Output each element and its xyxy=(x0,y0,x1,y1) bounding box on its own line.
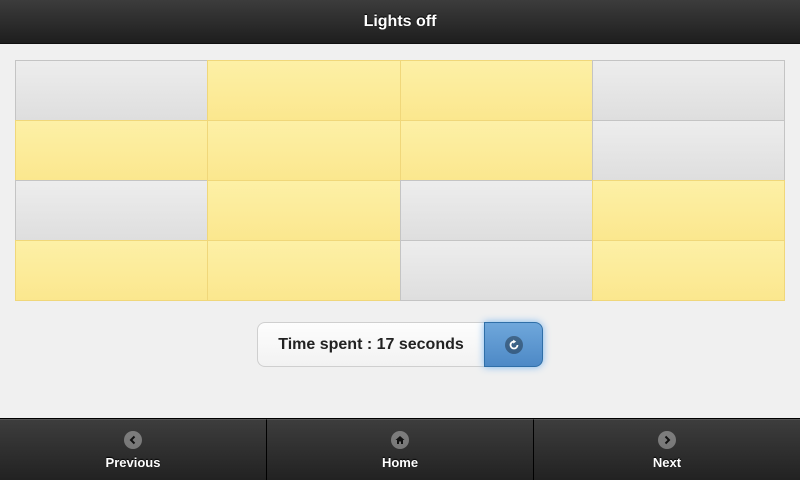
chevron-right-icon xyxy=(658,430,676,449)
light-cell-r2-c3[interactable] xyxy=(399,120,593,181)
chevron-left-icon xyxy=(124,430,142,449)
light-cell-r3-c2[interactable] xyxy=(207,180,401,241)
refresh-button[interactable] xyxy=(484,322,543,367)
light-cell-r1-c2[interactable] xyxy=(207,60,401,121)
time-spent-text: Time spent : 17 seconds xyxy=(278,335,464,353)
light-cell-r4-c2[interactable] xyxy=(207,240,401,301)
lights-grid xyxy=(15,60,785,301)
footer-nav: Previous Home Next xyxy=(0,418,800,480)
next-label: Next xyxy=(652,454,682,470)
timer-group: Time spent : 17 seconds xyxy=(257,322,543,367)
refresh-icon xyxy=(504,335,523,354)
time-spent-label: Time spent : 17 seconds xyxy=(257,322,484,367)
light-cell-r4-c3[interactable] xyxy=(399,240,593,301)
light-cell-r3-c3[interactable] xyxy=(399,180,593,241)
app-header: Lights off xyxy=(0,0,800,44)
light-cell-r4-c4[interactable] xyxy=(591,240,785,301)
home-label: Home xyxy=(381,454,419,470)
home-button[interactable]: Home xyxy=(266,419,533,480)
next-button[interactable]: Next xyxy=(533,419,800,480)
previous-button[interactable]: Previous xyxy=(0,419,266,480)
home-icon xyxy=(391,430,409,449)
light-cell-r3-c4[interactable] xyxy=(591,180,785,241)
light-cell-r2-c1[interactable] xyxy=(15,120,209,181)
light-cell-r1-c3[interactable] xyxy=(399,60,593,121)
light-cell-r2-c2[interactable] xyxy=(207,120,401,181)
light-cell-r1-c4[interactable] xyxy=(591,60,785,121)
page-title: Lights off xyxy=(363,12,437,30)
light-cell-r2-c4[interactable] xyxy=(591,120,785,181)
light-cell-r4-c1[interactable] xyxy=(15,240,209,301)
light-cell-r3-c1[interactable] xyxy=(15,180,209,241)
light-cell-r1-c1[interactable] xyxy=(15,60,209,121)
previous-label: Previous xyxy=(105,454,161,470)
